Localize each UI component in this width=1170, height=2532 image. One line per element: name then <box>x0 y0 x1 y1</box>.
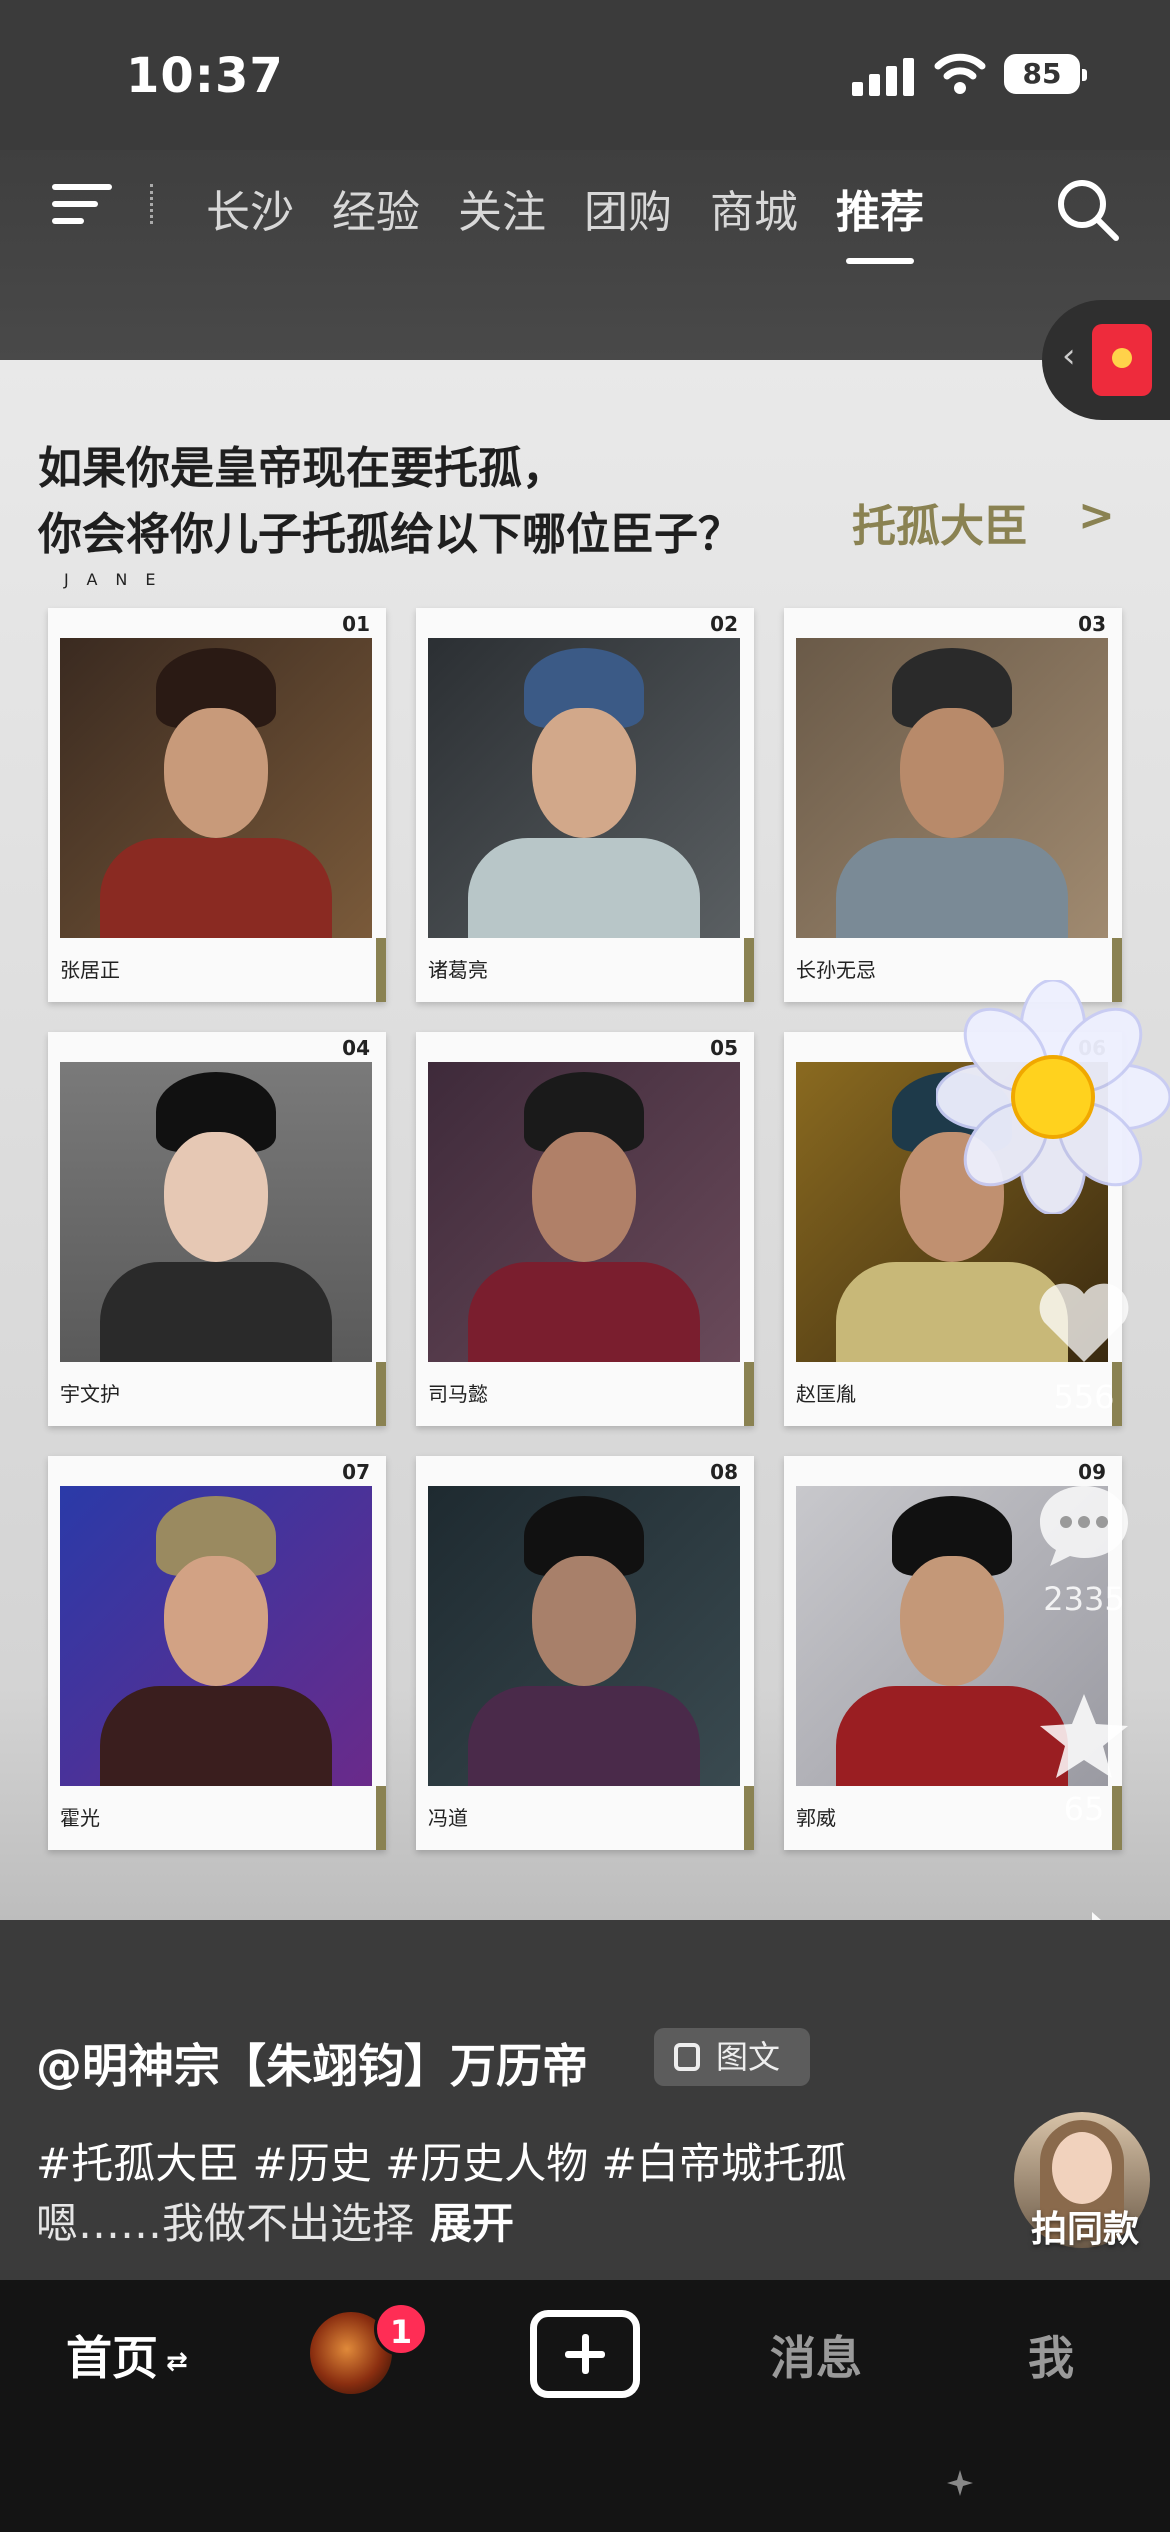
card-zhangsunwuji: 03 长孙无忌 <box>784 608 1122 1002</box>
tab-mall[interactable]: 商城 <box>710 176 798 238</box>
portrait-image <box>428 1062 740 1362</box>
search-icon[interactable] <box>1054 176 1120 242</box>
author-name[interactable]: @明神宗【朱翊钧】万历帝 <box>36 2030 588 2096</box>
card-number: 01 <box>342 612 370 636</box>
nav-me[interactable]: 我 <box>1028 2322 1074 2388</box>
menu-icon[interactable] <box>52 180 114 228</box>
watermark-text: JANE <box>64 570 174 589</box>
cellular-signal-icon <box>852 58 916 96</box>
card-number: 05 <box>710 1036 738 1060</box>
card-number: 07 <box>342 1460 370 1484</box>
top-tabs: 长沙 经验 关注 团购 商城 推荐 <box>206 176 962 264</box>
tab-changsha[interactable]: 长沙 <box>206 176 294 238</box>
comment-icon <box>1040 1486 1128 1566</box>
card-huoguang: 07 霍光 <box>48 1456 386 1850</box>
card-name: 冯道 <box>428 1806 468 1830</box>
card-name: 郭威 <box>796 1806 836 1830</box>
heart-icon <box>1039 1283 1129 1362</box>
tab-following[interactable]: 关注 <box>458 176 546 238</box>
portrait-image <box>428 638 740 938</box>
favorite-action[interactable]: 65 <box>1024 1690 1144 1828</box>
card-name: 霍光 <box>60 1806 100 1830</box>
portrait-image <box>60 638 372 938</box>
battery-indicator: 85 <box>1004 54 1087 94</box>
card-name: 宇文护 <box>60 1382 120 1406</box>
nav-home[interactable]: 首页 ⇄ <box>66 2322 188 2388</box>
card-simayi: 05 司马懿 <box>416 1032 754 1426</box>
card-fengdao: 08 冯道 <box>416 1456 754 1850</box>
answer-arrow: > <box>1078 490 1115 541</box>
answer-label: 托孤大臣 <box>852 501 1028 552</box>
badge-label: 图文 <box>716 2038 781 2076</box>
card-zhugeliang: 02 诸葛亮 <box>416 608 754 1002</box>
create-post-button[interactable] <box>530 2310 640 2398</box>
expand-link[interactable]: 展开 <box>430 2199 514 2248</box>
wifi-icon <box>934 53 986 94</box>
tab-recommended[interactable]: 推荐 <box>836 176 924 264</box>
like-count: 556 <box>1053 1378 1115 1416</box>
gallery-icon <box>674 2043 700 2071</box>
tab-experience[interactable]: 经验 <box>332 176 420 238</box>
card-accent-bar <box>376 938 386 1002</box>
star-icon <box>1040 1694 1128 1778</box>
same-style-label[interactable]: 拍同款 <box>1000 2200 1170 2252</box>
card-name: 张居正 <box>60 958 120 982</box>
red-packet-button[interactable]: ‹ <box>1042 300 1170 420</box>
status-bar: 10:37 85 <box>0 0 1170 150</box>
favorite-count: 65 <box>1063 1790 1105 1828</box>
card-name: 赵匡胤 <box>796 1382 856 1406</box>
card-number: 02 <box>710 612 738 636</box>
chevron-left-icon: ‹ <box>1062 336 1076 376</box>
card-yuwenhu: 04 宇文护 <box>48 1032 386 1426</box>
image-text-badge: 图文 <box>654 2028 810 2086</box>
status-time: 10:37 <box>126 48 284 104</box>
nav-messages[interactable]: 消息 <box>770 2322 862 2388</box>
card-number: 03 <box>1078 612 1106 636</box>
question-line-2: 你会将你儿子托孤给以下哪位臣子？ <box>38 509 742 560</box>
portrait-image <box>428 1486 740 1786</box>
description-text: 嗯……我做不出选择 <box>36 2199 415 2248</box>
post-description: 嗯……我做不出选择 展开 <box>36 2190 514 2251</box>
tab-group-buy[interactable]: 团购 <box>584 176 672 238</box>
card-accent-bar <box>744 1362 754 1426</box>
portrait-image <box>796 638 1108 938</box>
notification-badge: 1 <box>374 2302 428 2356</box>
comment-action[interactable]: 2335 <box>1024 1480 1144 1618</box>
switch-icon: ⇄ <box>166 2346 188 2377</box>
card-accent-bar <box>744 938 754 1002</box>
portrait-image <box>60 1062 372 1362</box>
question-line-1: 如果你是皇帝现在要托孤， <box>38 443 566 494</box>
card-number: 04 <box>342 1036 370 1060</box>
card-accent-bar <box>376 1362 386 1426</box>
sparkle-icon <box>947 2470 973 2496</box>
card-name: 诸葛亮 <box>428 958 488 982</box>
nav-home-label: 首页 <box>66 2331 158 2385</box>
card-zhangjuzheng: 01 张居正 <box>48 608 386 1002</box>
card-accent-bar <box>376 1786 386 1850</box>
nav-separator <box>150 184 155 224</box>
card-accent-bar <box>744 1786 754 1850</box>
red-envelope-icon <box>1092 324 1152 396</box>
hashtags[interactable]: #托孤大臣 #历史 #历史人物 #白帝城托孤 <box>36 2130 847 2191</box>
card-name: 司马懿 <box>428 1382 488 1406</box>
like-action[interactable]: 556 <box>1024 1278 1144 1416</box>
flower-sticker-icon <box>936 980 1170 1214</box>
comment-count: 2335 <box>1043 1580 1125 1618</box>
portrait-image <box>60 1486 372 1786</box>
card-number: 08 <box>710 1460 738 1484</box>
card-name: 长孙无忌 <box>796 958 876 982</box>
